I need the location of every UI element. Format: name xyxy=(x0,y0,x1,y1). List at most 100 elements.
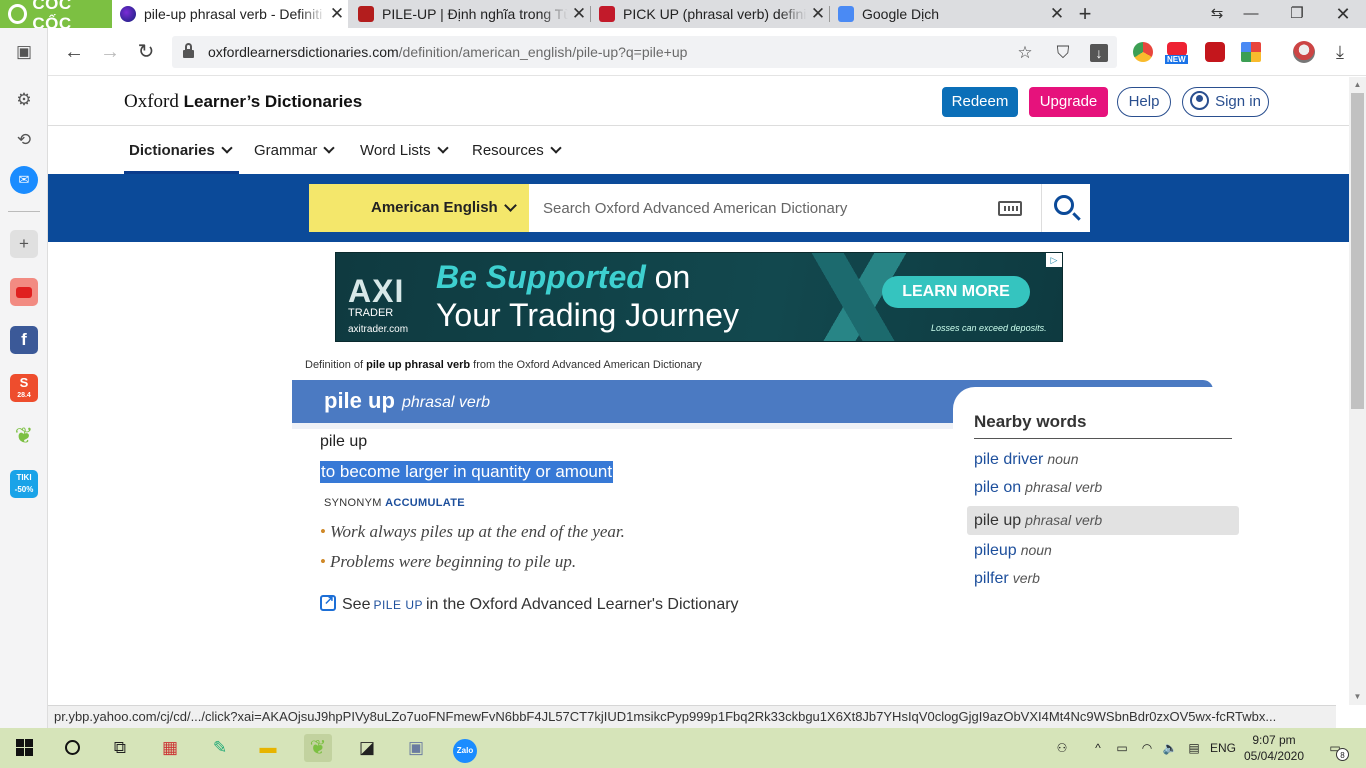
wifi-icon[interactable]: ◠ xyxy=(1137,728,1157,768)
upgrade-button[interactable]: Upgrade xyxy=(1029,87,1108,117)
language-indicator[interactable]: ENG xyxy=(1208,728,1238,768)
menu-dictionaries[interactable]: Dictionaries xyxy=(129,142,233,159)
tab-google-translate[interactable]: Google Dịch ✕ xyxy=(830,0,1068,28)
nearby-item-selected[interactable]: pile up phrasal verb xyxy=(967,506,1239,535)
dictionary-selector[interactable]: American English xyxy=(309,184,529,232)
paint-app-icon[interactable]: ✎ xyxy=(206,734,234,762)
forward-arrow-icon[interactable]: → xyxy=(98,40,122,64)
profile-avatar[interactable] xyxy=(1293,41,1315,63)
nearby-item[interactable]: pile driver noun xyxy=(974,451,1079,469)
search-box xyxy=(529,184,1041,232)
nearby-word: pilfer xyxy=(974,570,1009,587)
close-tab-icon[interactable]: ✕ xyxy=(326,4,348,24)
coccoc-logo-icon xyxy=(8,4,28,24)
messenger-icon[interactable]: ✉ xyxy=(10,166,38,194)
tab-cambridge[interactable]: PILE-UP | Định nghĩa trong Từ ✕ xyxy=(350,0,590,28)
volume-icon[interactable]: 🔈 xyxy=(1160,728,1180,768)
tiki-badge: TIKI -50% xyxy=(14,473,34,494)
minimize-icon[interactable]: — xyxy=(1234,0,1268,28)
advertisement-banner[interactable]: AXI TRADER axitrader.com Be Supported on… xyxy=(335,252,1063,342)
people-icon[interactable]: ⚇ xyxy=(1052,728,1072,768)
search-button[interactable] xyxy=(1041,184,1090,232)
url-text[interactable]: oxfordlearnersdictionaries.com/definitio… xyxy=(208,44,687,60)
close-window-icon[interactable]: ✕ xyxy=(1326,0,1360,28)
coccoc-brand-button[interactable]: CỐC CỐC xyxy=(0,0,112,33)
close-tab-icon[interactable]: ✕ xyxy=(807,4,829,24)
nearby-item[interactable]: pileup noun xyxy=(974,542,1052,560)
tab-search-icon[interactable]: ⇆ xyxy=(1200,0,1234,28)
coccoc-leaf-icon[interactable]: ❦ xyxy=(10,422,38,450)
search-band: American English xyxy=(48,174,1349,242)
cortana-search-icon[interactable] xyxy=(58,734,86,762)
scrollbar-thumb[interactable] xyxy=(1351,93,1364,409)
app-store-icon[interactable]: ▦ xyxy=(156,734,184,762)
scroll-up-icon[interactable]: ▲ xyxy=(1349,77,1366,93)
shield-icon[interactable]: ⛉ xyxy=(1054,44,1072,62)
example-text: Problems were beginning to pile up. xyxy=(329,552,577,571)
tray-chevron-up-icon[interactable]: ^ xyxy=(1089,728,1107,768)
reload-icon[interactable]: ↻ xyxy=(134,40,158,64)
menu-word-lists[interactable]: Word Lists xyxy=(360,142,449,159)
sidebar-panel-icon[interactable]: ▣ xyxy=(10,38,38,66)
external-link-icon xyxy=(320,593,336,611)
file-explorer-icon[interactable]: ▬ xyxy=(254,734,282,762)
nearby-words-title: Nearby words xyxy=(974,412,1087,431)
sign-in-button[interactable]: Sign in xyxy=(1182,87,1269,117)
settings-gear-icon[interactable]: ⚙ xyxy=(10,86,38,114)
help-button[interactable]: Help xyxy=(1117,87,1171,117)
input-method-icon[interactable]: ▤ xyxy=(1184,728,1204,768)
keyboard-icon[interactable] xyxy=(998,201,1022,216)
zalo-icon[interactable]: Zalo xyxy=(451,734,479,763)
download-video-icon[interactable]: ↓ xyxy=(1090,44,1108,62)
oxford-logo[interactable]: Oxford Learner’s Dictionaries xyxy=(124,91,362,113)
colorful-extension-icon[interactable] xyxy=(1241,42,1261,62)
navigation-bar: ← → ↻ oxfordlearnersdictionaries.com/def… xyxy=(0,28,1366,76)
new-tab-button[interactable]: + xyxy=(1074,0,1096,28)
scroll-down-icon[interactable]: ▼ xyxy=(1349,689,1366,705)
synonym-link[interactable]: ACCUMULATE xyxy=(385,497,465,509)
task-view-icon[interactable]: ⧉ xyxy=(106,734,134,762)
sticky-notes-icon[interactable]: ◪ xyxy=(353,734,381,762)
bookmark-star-icon[interactable]: ☆ xyxy=(1016,44,1034,62)
notifications-icon[interactable]: ▭ 8 xyxy=(1320,728,1350,768)
history-icon[interactable]: ⟲ xyxy=(10,126,38,154)
search-input[interactable] xyxy=(543,184,983,232)
coccoc-taskbar-icon[interactable]: ❦ xyxy=(304,734,332,762)
chrome-extension-icon[interactable] xyxy=(1133,42,1153,62)
app-taskbar-icon[interactable]: ▣ xyxy=(402,734,430,762)
battery-icon[interactable]: ▭ xyxy=(1112,728,1132,768)
notification-count-badge: 8 xyxy=(1336,748,1349,761)
page-scrollbar[interactable]: ▲ ▼ xyxy=(1349,77,1366,705)
downloads-icon[interactable]: ⤓ xyxy=(1328,40,1352,64)
url-host: oxfordlearnersdictionaries.com xyxy=(208,44,399,60)
ad-brand-sub: TRADER xyxy=(348,307,394,319)
nearby-item[interactable]: pilfer verb xyxy=(974,570,1040,588)
facebook-icon[interactable]: f xyxy=(10,326,38,354)
new-feature-icon[interactable] xyxy=(1167,42,1187,56)
ad-learn-more-button[interactable]: LEARN MORE xyxy=(882,276,1030,308)
close-tab-icon[interactable]: ✕ xyxy=(568,4,590,24)
system-clock[interactable]: 9:07 pm 05/04/2020 xyxy=(1238,732,1310,764)
maximize-icon[interactable]: ❐ xyxy=(1280,0,1314,28)
close-tab-icon[interactable]: ✕ xyxy=(1046,4,1068,24)
lock-icon[interactable] xyxy=(183,43,194,58)
tab-pickup[interactable]: PICK UP (phrasal verb) definit ✕ xyxy=(591,0,829,28)
tab-oxford[interactable]: pile-up phrasal verb - Definiti ✕ xyxy=(112,0,348,28)
menu-grammar[interactable]: Grammar xyxy=(254,142,336,159)
dictionary-favicon-icon xyxy=(599,6,615,22)
windows-start-icon[interactable] xyxy=(10,734,38,762)
shopee-icon[interactable]: S 28.4 xyxy=(10,374,38,402)
back-arrow-icon[interactable]: ← xyxy=(62,40,86,64)
see-also-link[interactable]: SeePILE UPin the Oxford Advanced Learner… xyxy=(320,593,739,614)
bullet-icon: • xyxy=(320,522,326,541)
add-shortcut-icon[interactable]: + xyxy=(10,230,38,258)
red-extension-icon[interactable] xyxy=(1205,42,1225,62)
youtube-icon[interactable] xyxy=(10,278,38,306)
nearby-pos: noun xyxy=(1020,542,1052,558)
nearby-item[interactable]: pile on phrasal verb xyxy=(974,479,1102,497)
redeem-button[interactable]: Redeem xyxy=(942,87,1018,117)
adchoices-icon[interactable]: ▷ xyxy=(1046,253,1062,267)
address-bar[interactable]: oxfordlearnersdictionaries.com/definitio… xyxy=(172,36,1117,68)
menu-resources[interactable]: Resources xyxy=(472,142,562,159)
tiki-icon[interactable]: TIKI -50% xyxy=(10,470,38,498)
